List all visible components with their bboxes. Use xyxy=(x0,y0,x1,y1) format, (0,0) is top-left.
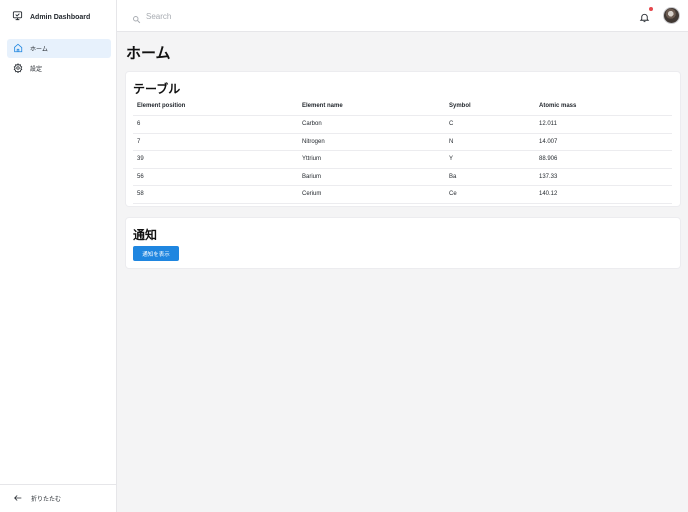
table-card-title: テーブル xyxy=(133,82,181,96)
table-cell: 137.33 xyxy=(539,173,558,180)
avatar[interactable] xyxy=(663,7,680,24)
search-icon xyxy=(132,11,141,29)
table-cell: 88.906 xyxy=(539,156,558,163)
table-row: 58 Cerium Ce 140.12 xyxy=(133,186,672,204)
topbar xyxy=(117,0,688,32)
column-header: Symbol xyxy=(449,103,471,109)
gear-icon xyxy=(13,62,23,75)
sidebar: Admin Dashboard ホーム 設定 折りたたむ xyxy=(0,0,117,512)
table-cell: Barium xyxy=(302,173,322,180)
brand: Admin Dashboard xyxy=(12,10,90,24)
table-cell: 56 xyxy=(137,173,144,180)
table-cell: Cerium xyxy=(302,191,322,198)
table-cell: Ba xyxy=(449,173,457,180)
notification-badge xyxy=(649,7,653,11)
column-header: Atomic mass xyxy=(539,103,577,109)
sidebar-item-settings[interactable]: 設定 xyxy=(7,59,111,78)
data-table: Element position Element name Symbol Ato… xyxy=(133,97,672,204)
table-row: 7 Nitrogen N 14.007 xyxy=(133,134,672,151)
table-row: 56 Barium Ba 137.33 xyxy=(133,169,672,186)
table-cell: 39 xyxy=(137,156,144,163)
table-cell: Nitrogen xyxy=(302,138,325,145)
column-header: Element position xyxy=(137,103,186,109)
table-cell: Y xyxy=(449,156,454,163)
dashboard-icon xyxy=(12,8,23,26)
table-cell: 140.12 xyxy=(539,191,558,198)
table-cell: N xyxy=(449,138,454,145)
app-title: Admin Dashboard xyxy=(30,13,91,21)
notification-card: 通知 通知を表示 xyxy=(126,218,680,268)
table-cell: Ce xyxy=(449,191,457,198)
table-cell: 12.011 xyxy=(539,121,557,128)
sidebar-item-label: ホーム xyxy=(30,47,48,53)
sidebar-item-home[interactable]: ホーム xyxy=(7,39,111,58)
search-input[interactable] xyxy=(146,9,446,23)
table-cell: 7 xyxy=(137,138,141,145)
column-header: Element name xyxy=(302,103,343,109)
bell-icon[interactable] xyxy=(639,10,650,28)
table-cell: 14.007 xyxy=(539,138,558,145)
sidebar-nav: ホーム 設定 xyxy=(7,39,111,79)
table-row: 39 Yttrium Y 88.906 xyxy=(133,151,672,169)
table-card: テーブル Element position Element name Symbo… xyxy=(126,72,680,206)
table-cell: 58 xyxy=(137,191,144,198)
collapse-sidebar-button[interactable]: 折りたたむ xyxy=(0,484,116,512)
notification-card-title: 通知 xyxy=(133,228,158,242)
table-header-row: Element position Element name Symbol Ato… xyxy=(133,97,672,116)
table-cell: Yttrium xyxy=(302,156,322,163)
table-row: 6 Carbon C 12.011 xyxy=(133,116,672,134)
table-cell: 6 xyxy=(137,121,141,128)
collapse-label: 折りたたむ xyxy=(31,497,62,503)
table-cell: C xyxy=(449,121,454,128)
page-title: ホーム xyxy=(126,45,171,62)
home-icon xyxy=(13,43,23,55)
show-notification-button[interactable]: 通知を表示 xyxy=(133,246,179,261)
arrow-left-icon xyxy=(13,493,23,505)
sidebar-item-label: 設定 xyxy=(30,67,43,73)
table-cell: Carbon xyxy=(302,121,322,128)
